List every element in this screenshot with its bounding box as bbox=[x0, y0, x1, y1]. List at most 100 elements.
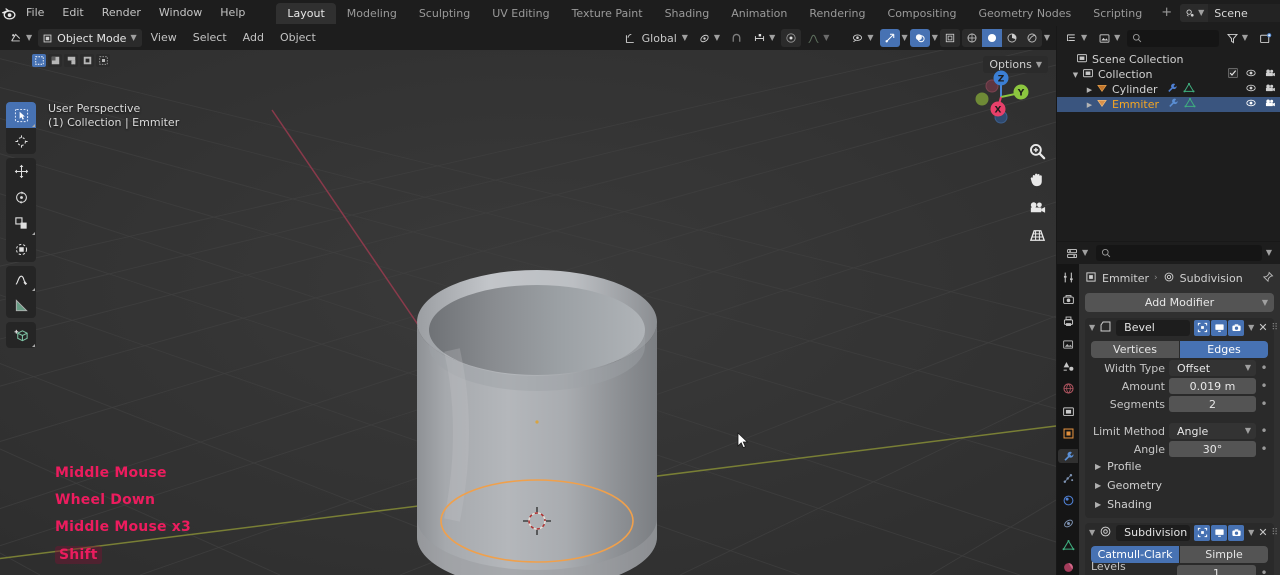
properties-tab-tool[interactable] bbox=[1058, 270, 1078, 284]
menu-render[interactable]: Render bbox=[93, 3, 150, 23]
workspace-tab-texture-paint[interactable]: Texture Paint bbox=[561, 3, 654, 24]
gizmo-dropdown-icon[interactable]: ▼ bbox=[902, 34, 908, 42]
tweak-tool[interactable] bbox=[6, 102, 36, 128]
shading-rendered-icon[interactable] bbox=[1022, 29, 1042, 47]
realtime-display-icon[interactable] bbox=[1211, 524, 1228, 541]
shading-solid-icon[interactable] bbox=[981, 29, 1002, 47]
workspace-tab-scripting[interactable]: Scripting bbox=[1082, 3, 1153, 24]
workspace-tab-sculpting[interactable]: Sculpting bbox=[408, 3, 481, 24]
menu-window[interactable]: Window bbox=[150, 3, 211, 23]
hide-in-viewport-icon[interactable] bbox=[1245, 82, 1257, 97]
navigation-gizmo[interactable]: Z Y X bbox=[968, 64, 1034, 130]
properties-editor[interactable]: ▼ ▼ Emmiter › Subdivision Add Modifier ▼… bbox=[1057, 242, 1280, 575]
viewport-menu-add[interactable]: Add bbox=[236, 29, 271, 47]
shading-dropdown-icon[interactable]: ▼ bbox=[1044, 34, 1050, 42]
breadcrumb-modifier-name[interactable]: Subdivision bbox=[1180, 272, 1243, 285]
chevron-down-icon[interactable]: ▼ bbox=[1089, 528, 1095, 537]
workspace-tab-animation[interactable]: Animation bbox=[720, 3, 798, 24]
breadcrumb-object-name[interactable]: Emmiter bbox=[1102, 272, 1149, 285]
properties-tab-output[interactable] bbox=[1058, 315, 1078, 329]
disable-in-render-icon[interactable] bbox=[1264, 82, 1276, 97]
select-intersect-icon[interactable] bbox=[96, 54, 110, 67]
viewport-menu-object[interactable]: Object bbox=[273, 29, 323, 47]
pan-hand-icon[interactable] bbox=[1026, 168, 1048, 190]
mode-selector[interactable]: Object Mode ▼ bbox=[38, 29, 142, 47]
render-display-icon[interactable] bbox=[1228, 524, 1245, 541]
bevel-limit-method-value[interactable]: Angle ▼ bbox=[1169, 423, 1256, 439]
falloff-selector[interactable]: ▼ bbox=[803, 29, 833, 47]
workspace-tab-layout[interactable]: Layout bbox=[276, 2, 336, 24]
overlays-dropdown-icon[interactable]: ▼ bbox=[932, 34, 938, 42]
properties-tab-scene[interactable] bbox=[1058, 359, 1078, 373]
modifier-extras-dropdown-icon[interactable]: ▼ bbox=[1248, 323, 1254, 332]
select-subtract-icon[interactable] bbox=[64, 54, 78, 67]
properties-tab-render[interactable] bbox=[1058, 292, 1078, 306]
properties-tab-view-layer[interactable] bbox=[1058, 337, 1078, 351]
tool-expand-corner[interactable] bbox=[32, 232, 35, 235]
remove-modifier-icon[interactable]: ✕ bbox=[1258, 321, 1267, 334]
viewport-menu-view[interactable]: View bbox=[144, 29, 184, 47]
shading-material-icon[interactable] bbox=[1002, 29, 1022, 47]
render-display-icon[interactable] bbox=[1228, 319, 1245, 336]
chevron-down-icon[interactable]: ▼ bbox=[1069, 71, 1082, 79]
workspace-tab-compositing[interactable]: Compositing bbox=[877, 3, 968, 24]
chevron-down-icon[interactable]: ▼ bbox=[1089, 323, 1095, 332]
select-extend-icon[interactable] bbox=[48, 54, 62, 67]
animate-property-dot[interactable]: • bbox=[1260, 443, 1268, 455]
properties-tab-modifier[interactable] bbox=[1058, 448, 1078, 464]
editor-type-properties-icon[interactable]: ▼ bbox=[1062, 244, 1092, 262]
scene-selector[interactable]: ▼ Scene ✕ bbox=[1180, 4, 1280, 22]
outliner-row-collection[interactable]: ▼ Collection bbox=[1057, 67, 1280, 82]
menu-file[interactable]: File bbox=[17, 3, 53, 23]
hide-in-viewport-icon[interactable] bbox=[1245, 97, 1257, 112]
collection-checkbox[interactable] bbox=[1228, 68, 1238, 81]
move-tool[interactable] bbox=[6, 158, 36, 184]
modifier-name-subdivision[interactable]: Subdivision bbox=[1116, 524, 1191, 541]
modifier-name-bevel[interactable]: Bevel bbox=[1116, 319, 1191, 336]
workspace-tab-uv-editing[interactable]: UV Editing bbox=[481, 3, 560, 24]
subdivision-type-simple[interactable]: Simple bbox=[1180, 546, 1268, 563]
properties-tab-physics[interactable] bbox=[1058, 494, 1078, 508]
tool-expand-corner[interactable] bbox=[32, 288, 35, 291]
rotate-tool[interactable] bbox=[6, 184, 36, 210]
edit-mode-display-icon[interactable] bbox=[1194, 319, 1211, 336]
animate-property-dot[interactable]: • bbox=[1260, 425, 1268, 437]
tool-expand-corner[interactable] bbox=[32, 344, 35, 347]
edit-mode-display-icon[interactable] bbox=[1194, 524, 1211, 541]
outliner-editor[interactable]: ▼ ▼ ▼ Scene Collection ▼ Collection ▶ Cy… bbox=[1057, 26, 1280, 241]
workspace-tab-rendering[interactable]: Rendering bbox=[798, 3, 876, 24]
transform-orientation-selector[interactable]: Global ▼ bbox=[620, 29, 692, 47]
outliner-id-type-icon[interactable]: ▼ bbox=[1094, 29, 1124, 47]
animate-property-dot[interactable]: • bbox=[1260, 362, 1268, 374]
xray-toggle[interactable] bbox=[939, 29, 960, 47]
shading-wireframe-icon[interactable] bbox=[962, 29, 982, 47]
properties-tab-collection[interactable] bbox=[1058, 404, 1078, 418]
gizmo-toggle[interactable] bbox=[879, 29, 900, 47]
add-workspace-button[interactable]: + bbox=[1153, 5, 1180, 21]
properties-tab-object[interactable] bbox=[1058, 427, 1078, 441]
properties-tab-particles[interactable] bbox=[1058, 471, 1078, 485]
proportional-edit-toggle[interactable] bbox=[781, 29, 802, 47]
bevel-width-type-value[interactable]: Offset ▼ bbox=[1169, 360, 1256, 376]
measure-tool[interactable] bbox=[6, 292, 36, 318]
outliner-filter-button[interactable]: ▼ bbox=[1222, 29, 1252, 47]
editor-type-3dview-icon[interactable]: ▼ bbox=[6, 29, 36, 47]
zoom-magnifier-icon[interactable] bbox=[1026, 140, 1048, 162]
disable-in-render-icon[interactable] bbox=[1264, 67, 1276, 82]
annotate-tool[interactable] bbox=[6, 266, 36, 292]
outliner-display-mode-icon[interactable]: ▼ bbox=[1061, 29, 1091, 47]
workspace-tab-geometry-nodes[interactable]: Geometry Nodes bbox=[967, 3, 1082, 24]
bevel-affect-edges[interactable]: Edges bbox=[1180, 341, 1268, 358]
menu-edit[interactable]: Edit bbox=[53, 3, 92, 23]
bevel-angle-value[interactable]: 30° bbox=[1169, 441, 1256, 457]
realtime-display-icon[interactable] bbox=[1211, 319, 1228, 336]
outliner-row-scene-collection[interactable]: Scene Collection bbox=[1057, 52, 1280, 67]
add-cube-tool[interactable] bbox=[6, 322, 36, 348]
cursor-tool[interactable] bbox=[6, 128, 36, 154]
snap-target-selector[interactable]: ▼ bbox=[749, 29, 779, 47]
subdivision-levels-viewport-value[interactable]: 1 bbox=[1177, 565, 1256, 575]
bevel-affect-vertices[interactable]: Vertices bbox=[1091, 341, 1179, 358]
shading-mode-group[interactable] bbox=[961, 29, 1042, 47]
bevel-section-shading[interactable]: ▶ Shading bbox=[1095, 495, 1274, 514]
add-modifier-button[interactable]: Add Modifier ▼ bbox=[1085, 293, 1274, 312]
